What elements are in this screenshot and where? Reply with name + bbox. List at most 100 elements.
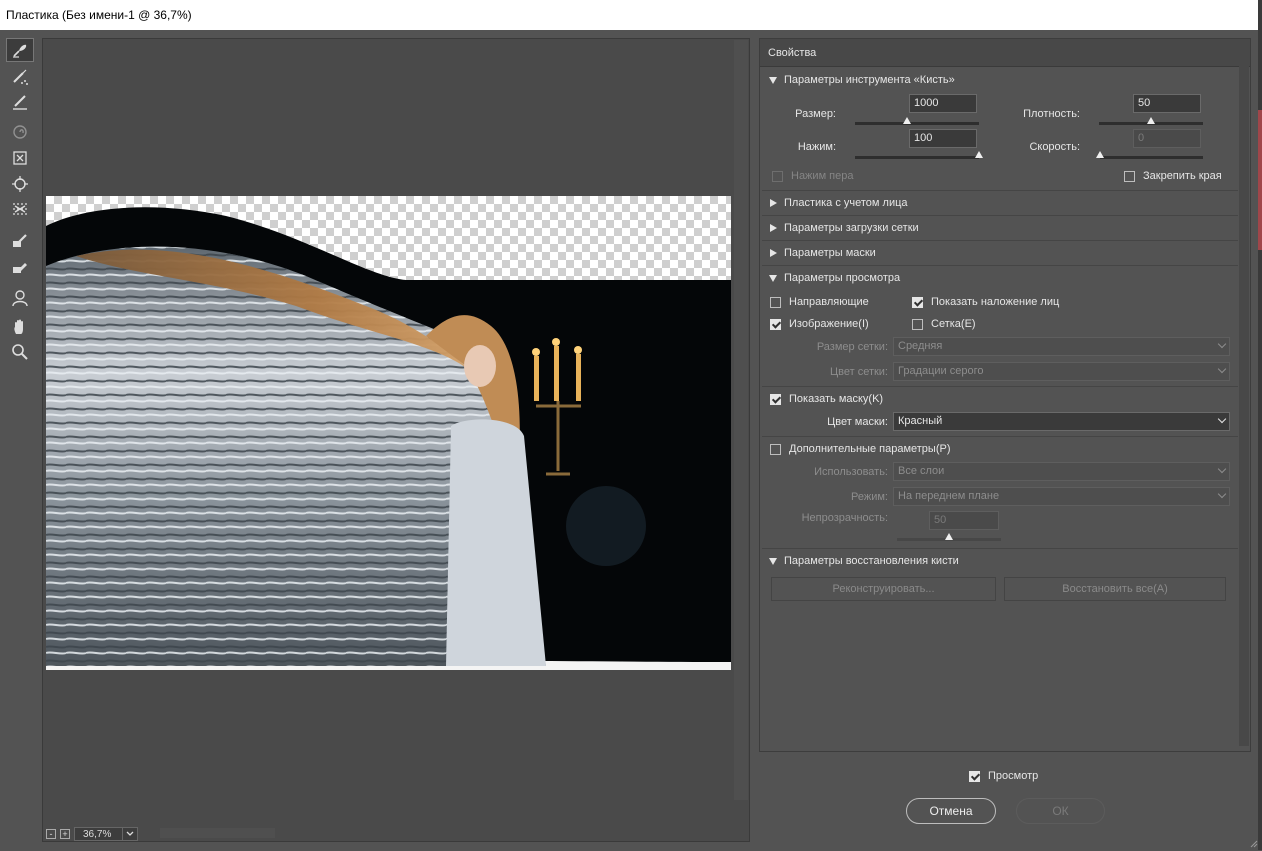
use-label: Использовать: [814, 466, 888, 478]
section-mask-options[interactable]: Параметры маски [769, 245, 876, 261]
image-preview[interactable] [46, 196, 731, 670]
rate-label: Скорость: [1029, 141, 1080, 153]
rate-input[interactable]: 0 [1133, 129, 1201, 148]
mesh-checkbox[interactable]: Сетка(E) [912, 316, 976, 332]
canvas-horizontal-scrollbar[interactable] [160, 828, 275, 838]
properties-scrollbar[interactable] [1239, 66, 1249, 746]
section-restore-options[interactable]: Параметры восстановления кисти [769, 553, 959, 569]
rate-slider[interactable] [1096, 151, 1203, 159]
face-tool-icon[interactable] [6, 286, 34, 310]
stylus-pressure-checkbox[interactable]: Нажим пера [772, 168, 854, 184]
divider [762, 436, 1238, 437]
mesh-color-label: Цвет сетки: [829, 366, 888, 378]
hand-tool-icon[interactable] [6, 315, 34, 339]
zoom-level-value: 36,7% [83, 828, 112, 840]
pin-edges-checkbox[interactable]: Закрепить края [1124, 168, 1222, 184]
section-label: Параметры восстановления кисти [784, 555, 959, 567]
checkbox-label: Сетка(E) [931, 318, 976, 330]
twirl-clockwise-tool-icon[interactable] [6, 120, 34, 144]
divider [762, 265, 1238, 266]
zoom-out-button[interactable]: - [46, 829, 56, 839]
chevron-down-icon [1217, 339, 1227, 349]
chevron-down-icon [122, 828, 137, 840]
mode-label: Режим: [851, 491, 888, 503]
smooth-tool-icon[interactable] [6, 90, 34, 114]
zoom-in-button[interactable]: + [60, 829, 70, 839]
mesh-color-select[interactable]: Градации серого [893, 362, 1230, 381]
density-slider[interactable] [1099, 117, 1203, 125]
mask-color-select[interactable]: Красный [893, 412, 1230, 431]
mode-select[interactable]: На переднем плане [893, 487, 1230, 506]
opacity-label: Непрозрачность: [801, 512, 888, 524]
zoom-controls: - + 36,7% [46, 826, 138, 842]
checkbox-box[interactable] [912, 318, 923, 330]
resize-grip-icon[interactable] [1248, 838, 1258, 848]
ok-button[interactable]: ОК [1016, 798, 1105, 824]
canvas-vertical-scrollbar[interactable] [734, 40, 748, 800]
image-checkbox[interactable]: Изображение(I) [770, 316, 869, 332]
background-window-edge [1258, 0, 1262, 850]
checkbox-box[interactable] [772, 170, 783, 182]
window-title: Пластика (Без имени-1 @ 36,7%) [0, 0, 1258, 30]
pressure-slider[interactable] [855, 151, 983, 159]
opacity-input[interactable]: 50 [929, 511, 999, 530]
guides-checkbox[interactable]: Направляющие [770, 294, 869, 310]
checkbox-box[interactable] [770, 393, 781, 405]
expand-triangle-icon [770, 224, 777, 232]
checkbox-box[interactable] [1124, 170, 1135, 182]
thaw-mask-tool-icon[interactable] [6, 255, 34, 279]
restore-all-button[interactable]: Восстановить все(A) [1004, 577, 1226, 601]
divider [762, 190, 1238, 191]
divider [762, 548, 1238, 549]
collapse-triangle-icon [769, 274, 777, 282]
show-mask-checkbox[interactable]: Показать маску(K) [770, 391, 883, 407]
warped-photo [46, 207, 731, 670]
zoom-level-select[interactable]: 36,7% [74, 827, 138, 841]
pressure-input[interactable]: 100 [909, 129, 977, 148]
slider-thumb[interactable] [945, 533, 953, 540]
chevron-down-icon [1217, 414, 1227, 424]
show-face-overlay-checkbox[interactable]: Показать наложение лиц [912, 294, 1059, 310]
chevron-down-icon [1217, 364, 1227, 374]
section-load-mesh[interactable]: Параметры загрузки сетки [769, 220, 919, 236]
slider-thumb[interactable] [903, 117, 912, 124]
section-face-aware[interactable]: Пластика с учетом лица [769, 195, 908, 211]
pucker-tool-icon[interactable] [6, 146, 34, 170]
forward-warp-tool-icon[interactable] [6, 38, 34, 62]
section-label: Параметры инструмента «Кисть» [784, 74, 955, 86]
density-label: Плотность: [1023, 108, 1080, 120]
select-value: Все слои [898, 465, 945, 477]
preview-checkbox[interactable]: Просмотр [969, 768, 1038, 784]
push-left-tool-icon[interactable] [6, 197, 34, 221]
size-input[interactable]: 1000 [909, 94, 977, 113]
reconstruct-button[interactable]: Реконструировать... [771, 577, 996, 601]
checkbox-box[interactable] [770, 443, 781, 455]
divider [762, 240, 1238, 241]
collapse-triangle-icon [769, 76, 777, 84]
backdrop-checkbox[interactable]: Дополнительные параметры(P) [770, 441, 950, 457]
section-view-options[interactable]: Параметры просмотра [769, 270, 900, 286]
slider-thumb[interactable] [975, 151, 983, 158]
checkbox-box[interactable] [912, 296, 923, 308]
expand-triangle-icon [770, 249, 777, 257]
divider [762, 215, 1238, 216]
size-slider[interactable] [855, 117, 979, 125]
checkbox-box[interactable] [770, 318, 781, 330]
slider-thumb[interactable] [1096, 151, 1104, 158]
density-input[interactable]: 50 [1133, 94, 1201, 113]
cancel-button[interactable]: Отмена [906, 798, 996, 824]
checkbox-box[interactable] [770, 296, 781, 308]
divider [762, 386, 1238, 387]
freeze-mask-tool-icon[interactable] [6, 229, 34, 253]
checkbox-box[interactable] [969, 770, 980, 782]
slider-thumb[interactable] [1147, 117, 1155, 124]
reconstruct-tool-icon[interactable] [6, 65, 34, 89]
checkbox-label: Направляющие [789, 296, 869, 308]
select-value: На переднем плане [898, 490, 1000, 502]
bloat-tool-icon[interactable] [6, 172, 34, 196]
section-brush-options[interactable]: Параметры инструмента «Кисть» [769, 72, 955, 88]
zoom-tool-icon[interactable] [6, 340, 34, 364]
mesh-size-select[interactable]: Средняя [893, 337, 1230, 356]
opacity-slider[interactable] [897, 533, 1001, 541]
use-layers-select[interactable]: Все слои [893, 462, 1230, 481]
